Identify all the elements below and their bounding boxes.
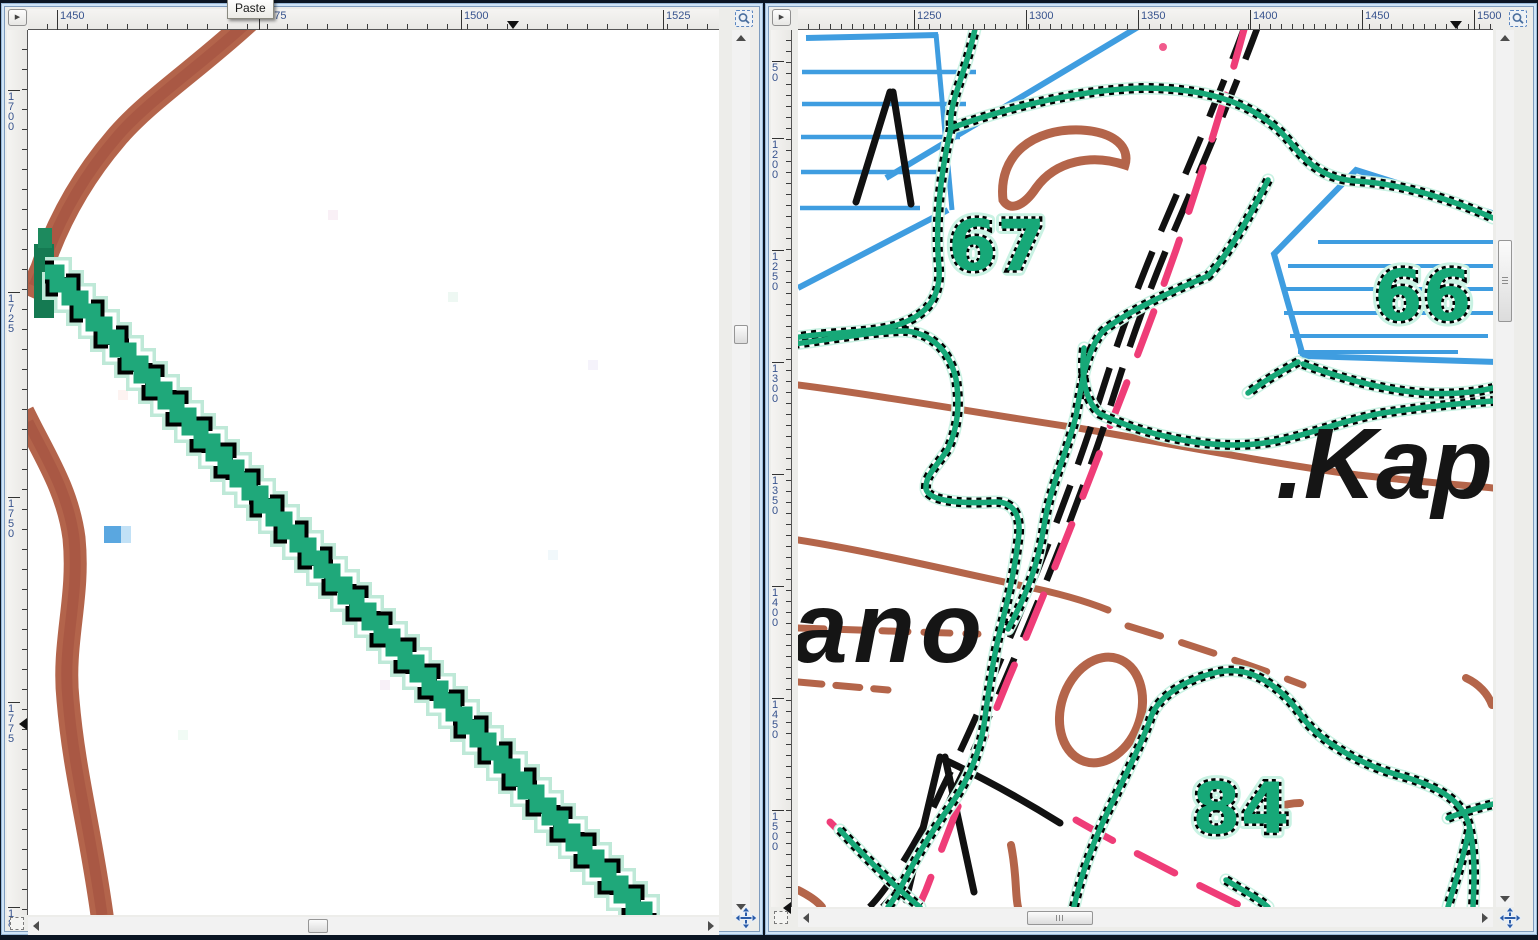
vertical-scroll-thumb[interactable] xyxy=(1498,240,1512,322)
ruler-label: 1300 xyxy=(772,362,784,404)
zoom-follow-window-toggle[interactable] xyxy=(735,10,753,27)
ruler-label: 1300 xyxy=(1026,10,1053,30)
image-menu-button[interactable]: ▶ xyxy=(772,9,791,26)
svg-text:84: 84 xyxy=(1192,768,1289,850)
magnifier-icon xyxy=(737,12,751,25)
scroll-up-arrow[interactable] xyxy=(736,35,746,41)
move-cross-icon xyxy=(734,906,758,930)
ruler-label: 1250 xyxy=(772,250,784,292)
move-cross-icon xyxy=(1498,906,1522,930)
ruler-label: 1725 xyxy=(8,292,20,334)
map-number-67: 67 67 67 67 xyxy=(948,205,1045,287)
map-number-66: 66 66 66 66 xyxy=(1374,255,1471,337)
svg-text:66: 66 xyxy=(1374,255,1471,337)
ruler-label: 1450 xyxy=(57,10,84,30)
boundary-line-pink xyxy=(830,30,1246,907)
vertical-scrollbar[interactable] xyxy=(732,30,750,915)
map-pixels-svg xyxy=(28,30,719,915)
ruler-label: 1400 xyxy=(772,586,784,628)
water-pixel xyxy=(104,526,131,543)
ruler-label: 50 xyxy=(772,61,784,83)
quick-mask-toggle[interactable] xyxy=(774,911,788,924)
svg-text:67: 67 xyxy=(948,205,1045,287)
ruler-label: 1450 xyxy=(1362,10,1389,30)
horizontal-scroll-thumb[interactable] xyxy=(1027,911,1093,925)
scroll-down-arrow[interactable] xyxy=(1500,896,1510,902)
image-canvas-map[interactable]: 67 67 67 67 66 66 66 66 84 84 84 84 .Kap… xyxy=(798,30,1493,907)
zoom-follow-window-toggle[interactable] xyxy=(1509,10,1527,27)
image-window-right: ▶ 1250 1300 1350 1400 1450 1500 50 1200 … xyxy=(768,6,1534,932)
ruler-label: 1500 xyxy=(461,10,488,30)
gimp-workspace: { "tooltip": { "label": "Paste" }, "left… xyxy=(0,0,1538,940)
vertical-scrollbar[interactable] xyxy=(1496,30,1514,907)
image-canvas-zoomed[interactable] xyxy=(28,30,719,915)
map-name-ano: ano xyxy=(798,572,988,684)
vertical-ruler[interactable]: 50 1200 1250 1300 1350 1400 1450 1500 xyxy=(771,30,792,907)
vertical-scroll-thumb[interactable] xyxy=(734,325,748,344)
ruler-label: 1700 xyxy=(8,90,20,132)
navigation-cross-button[interactable] xyxy=(1498,906,1522,930)
horizontal-scroll-thumb[interactable] xyxy=(308,919,328,933)
navigation-cross-button[interactable] xyxy=(734,906,758,930)
scroll-left-arrow[interactable] xyxy=(33,921,39,931)
ruler-label: 1500 xyxy=(772,810,784,852)
pointer-position-marker xyxy=(507,21,519,29)
horizontal-ruler[interactable]: 1250 1300 1350 1400 1450 1500 xyxy=(798,9,1493,30)
map-name-kap: .Kap xyxy=(1276,408,1493,520)
ruler-label: 1350 xyxy=(1138,10,1165,30)
ruler-label: 1200 xyxy=(772,138,784,180)
ruler-label: 1450 xyxy=(772,698,784,740)
map-svg: 67 67 67 67 66 66 66 66 84 84 84 84 .Kap… xyxy=(798,30,1493,907)
quick-mask-toggle[interactable] xyxy=(10,917,24,930)
ruler-label: 1500 xyxy=(1474,10,1501,30)
scroll-right-arrow[interactable] xyxy=(1482,913,1488,923)
magnifier-icon xyxy=(1511,12,1525,25)
ruler-label: 1250 xyxy=(914,10,941,30)
vertical-ruler[interactable]: 1700 1725 1750 1775 18 xyxy=(7,30,28,915)
pointer-position-marker xyxy=(1450,21,1462,29)
ruler-label: 1350 xyxy=(772,474,784,516)
map-number-84: 84 84 84 84 xyxy=(1192,768,1289,850)
selected-green-line xyxy=(45,272,645,915)
scroll-right-arrow[interactable] xyxy=(708,921,714,931)
horizontal-scrollbar[interactable] xyxy=(798,909,1493,927)
paste-tooltip: Paste xyxy=(227,0,274,19)
horizontal-ruler[interactable]: 1450 1475 1500 1525 xyxy=(28,9,719,30)
ruler-label: 1750 xyxy=(8,497,20,539)
selection-seed-pixels xyxy=(38,228,52,248)
scroll-up-arrow[interactable] xyxy=(1500,35,1510,41)
scroll-left-arrow[interactable] xyxy=(803,913,809,923)
image-menu-button[interactable]: ▶ xyxy=(8,9,27,26)
ruler-label: 1525 xyxy=(663,10,690,30)
pixel-noise xyxy=(118,210,598,740)
image-window-left: ▶ 1450 1475 1500 1525 1700 1725 1750 177… xyxy=(4,6,760,932)
horizontal-scrollbar[interactable] xyxy=(28,917,719,935)
pointer-position-marker xyxy=(19,718,27,730)
ruler-label: 1400 xyxy=(1250,10,1277,30)
